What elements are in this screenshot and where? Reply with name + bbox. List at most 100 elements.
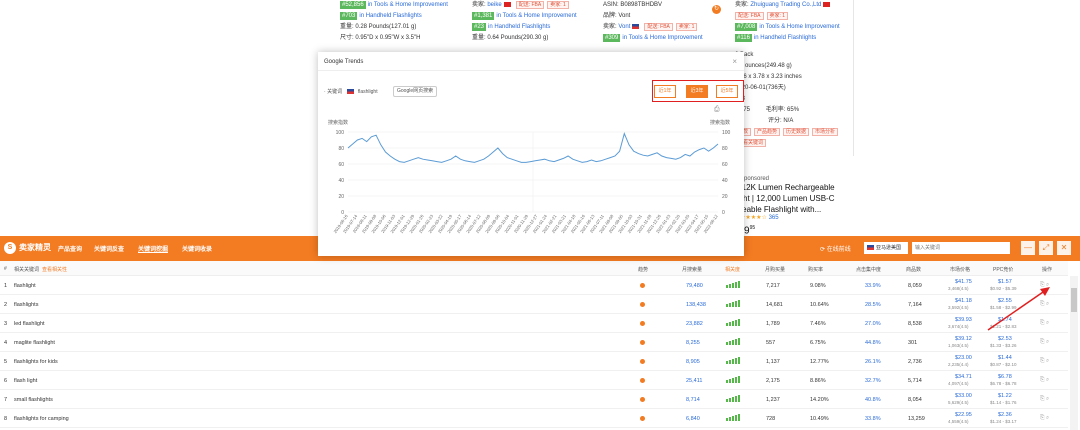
col-relevance-link[interactable]: 查看相关性: [42, 266, 67, 273]
google-search-button[interactable]: Google网页搜索: [393, 86, 438, 97]
keyword-link[interactable]: led flashlight: [14, 321, 45, 327]
product-tag[interactable]: 产品趋势: [754, 128, 781, 136]
trend-dot-icon[interactable]: [640, 321, 645, 326]
col-click-concentration[interactable]: 点击集中度: [856, 266, 881, 273]
nav-keyword-indexing[interactable]: 关键词收录: [182, 244, 212, 253]
table-row[interactable]: 6 flash light 25,411 2,175 8.86% 32.7% 5,714 $3…: [0, 371, 1068, 390]
trend-cell[interactable]: [640, 321, 645, 328]
product-tag[interactable]: 市场分析: [812, 128, 839, 136]
table-row[interactable]: 8 flashlights for camping 6,840 728 10.49% 33…: [0, 409, 1068, 428]
copy-icon[interactable]: ⎘: [1040, 358, 1044, 364]
market-price[interactable]: $39.12: [955, 336, 972, 342]
seller-link[interactable]: beike: [487, 2, 501, 8]
nav-keyword-reverse[interactable]: 关键词反查: [94, 244, 124, 253]
close-button[interactable]: ✕: [1057, 241, 1071, 255]
copy-icon[interactable]: ⎘: [1040, 415, 1044, 421]
keyword-search-input[interactable]: [912, 242, 1010, 254]
monthly-search[interactable]: 6,840: [686, 416, 700, 422]
table-row[interactable]: 4 maglite flashlight 8,255 557 6.75% 44.8% 301…: [0, 333, 1068, 352]
monthly-search[interactable]: 8,714: [686, 397, 700, 403]
product-title[interactable]: 0 12K Lumen Rechargeable light | 12,000 …: [735, 182, 855, 215]
rank-category[interactable]: in Tools & Home Improvement: [759, 24, 839, 30]
nav-product-query[interactable]: 产品查询: [58, 244, 82, 253]
market-price[interactable]: $33.00: [955, 393, 972, 399]
monthly-search[interactable]: 79,480: [686, 283, 703, 289]
minimize-button[interactable]: —: [1021, 241, 1035, 255]
trend-cell[interactable]: [640, 378, 645, 385]
trend-dot-icon[interactable]: [640, 359, 645, 364]
market-price[interactable]: $41.75: [955, 279, 972, 285]
monthly-search[interactable]: 138,438: [686, 302, 706, 308]
col-keyword[interactable]: 相关关键词: [14, 266, 39, 273]
col-monthly-search[interactable]: 月搜索量: [682, 266, 702, 273]
market-price[interactable]: $23.00: [955, 355, 972, 361]
keyword-link[interactable]: small flashlights: [14, 397, 53, 403]
rank-category[interactable]: in Tools & Home Improvement: [496, 13, 576, 19]
trend-dot-icon[interactable]: [640, 302, 645, 307]
table-row[interactable]: 7 small flashlights 8,714 1,237 14.20% 40.8% 8…: [0, 390, 1068, 409]
modal-close-button[interactable]: ×: [732, 57, 737, 66]
trend-dot-icon[interactable]: [640, 397, 645, 402]
monthly-search[interactable]: 8,255: [686, 340, 700, 346]
scrollbar-thumb[interactable]: [1071, 288, 1077, 312]
market-price[interactable]: $22.95: [955, 412, 972, 418]
rank-category[interactable]: in Handheld Flashlights: [488, 24, 550, 30]
trend-cell[interactable]: [640, 359, 645, 366]
market-price[interactable]: $41.18: [955, 298, 972, 304]
trend-cell[interactable]: [640, 340, 645, 347]
table-row[interactable]: 1 flashlight 79,480 7,217 9.08% 33.9% 8,059 $41…: [0, 276, 1068, 295]
settings-link[interactable]: ⟳ 在线前线: [820, 244, 851, 253]
rank-category[interactable]: in Handheld Flashlights: [359, 13, 421, 19]
col-purchase-rate[interactable]: 购买率: [808, 266, 823, 273]
rank-category[interactable]: in Tools & Home Improvement: [368, 2, 448, 8]
table-row[interactable]: 2 flashlights 138,438 14,681 10.64% 28.5% 7,16…: [0, 295, 1068, 314]
monthly-search[interactable]: 8,905: [686, 359, 700, 365]
trend-cell[interactable]: [640, 397, 645, 404]
rank-category[interactable]: in Handheld Flashlights: [754, 35, 816, 41]
col-monthly-purchase[interactable]: 月购买量: [765, 266, 785, 273]
keyword-link[interactable]: flashlights for camping: [14, 416, 69, 422]
trend-cell[interactable]: [640, 283, 645, 290]
col-product-count[interactable]: 商品数: [906, 266, 921, 273]
market-price[interactable]: $39.93: [955, 317, 972, 323]
rank-category[interactable]: in Tools & Home Improvement: [622, 35, 702, 41]
download-icon[interactable]: ⎙: [714, 106, 720, 114]
product-action-icon[interactable]: ↻: [712, 5, 721, 14]
table-scrollbar[interactable]: [1070, 276, 1078, 430]
keyword-link[interactable]: flashlights for kids: [14, 359, 58, 365]
keyword-link[interactable]: maglite flashlight: [14, 340, 55, 346]
copy-icon[interactable]: ⎘: [1040, 396, 1044, 402]
trend-cell[interactable]: [640, 302, 645, 309]
trend-cell[interactable]: [640, 416, 645, 423]
search-icon[interactable]: ⌕: [1046, 358, 1049, 364]
nav-keyword-mining[interactable]: 关键词挖掘: [138, 244, 168, 253]
market-price[interactable]: $34.71: [955, 374, 972, 380]
seller-link[interactable]: Zhuiguang Trading Co.,Ltd: [750, 2, 821, 8]
review-count[interactable]: 365: [769, 215, 779, 221]
table-row[interactable]: 5 flashlights for kids 8,905 1,137 12.77% 26.…: [0, 352, 1068, 371]
trend-dot-icon[interactable]: [640, 283, 645, 288]
keyword-link[interactable]: flashlight: [14, 283, 36, 289]
expand-button[interactable]: ⤢: [1039, 241, 1053, 255]
table-row[interactable]: 3 led flashlight 23,882 1,789 7.46% 27.0% 8,53…: [0, 314, 1068, 333]
search-icon[interactable]: ⌕: [1046, 396, 1049, 402]
col-relevance[interactable]: 相关度: [725, 266, 740, 273]
copy-icon[interactable]: ⎘: [1040, 377, 1044, 383]
monthly-search[interactable]: 23,882: [686, 321, 703, 327]
col-ppc-bid[interactable]: PPC竞价: [993, 266, 1013, 273]
search-icon[interactable]: ⌕: [1046, 377, 1049, 383]
trend-dot-icon[interactable]: [640, 416, 645, 421]
product-tag[interactable]: 历史数据: [783, 128, 810, 136]
keyword-link[interactable]: flashlights: [14, 302, 38, 308]
keyword-link[interactable]: flash light: [14, 378, 37, 384]
y-tick-label: 80: [338, 146, 344, 152]
fba-tag: 配送: FBA: [735, 12, 764, 20]
trend-dot-icon[interactable]: [640, 340, 645, 345]
site-select[interactable]: 亚马逊美国: [864, 242, 908, 254]
monthly-search[interactable]: 25,411: [686, 378, 702, 384]
search-icon[interactable]: ⌕: [1046, 415, 1049, 421]
seller-link[interactable]: Vont: [618, 24, 630, 30]
col-market-price[interactable]: 市场价格: [950, 266, 970, 273]
ppc-range: $1.14 - $1.76: [990, 400, 1017, 405]
trend-dot-icon[interactable]: [640, 378, 645, 383]
